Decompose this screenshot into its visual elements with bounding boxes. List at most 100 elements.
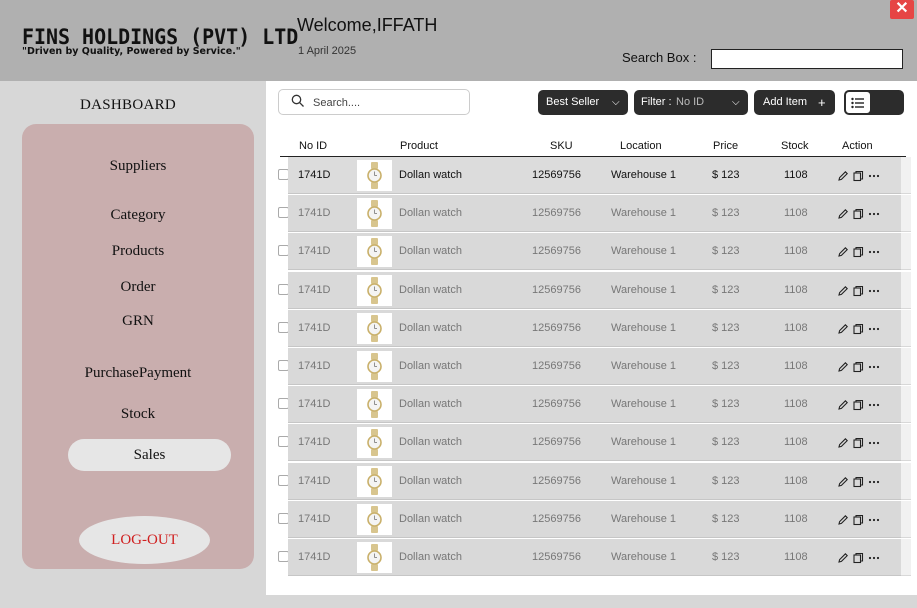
- cell-id: 1741D: [298, 474, 331, 487]
- edit-icon: [838, 285, 848, 296]
- cell-price: $ 123: [712, 169, 740, 181]
- more-icon: [868, 480, 880, 483]
- sidebar-item-order[interactable]: Order: [22, 279, 254, 296]
- cell-id: 1741D: [298, 360, 331, 372]
- add-item-label: Add Item: [763, 96, 808, 108]
- cell-id: 1741D: [298, 245, 331, 258]
- table-row[interactable]: 1741D Dollan watch 12569756 Warehouse 1 $ 12…: [288, 309, 901, 347]
- cell-sku: 12569756: [532, 283, 581, 296]
- edit-icon: [838, 209, 848, 219]
- table-row[interactable]: 1741D Dollan watch 12569756 Warehouse 1 $ 12…: [288, 233, 901, 271]
- sidebar-item-purchase-payment[interactable]: PurchasePayment: [22, 365, 254, 382]
- watch-icon: [357, 236, 392, 268]
- table-row[interactable]: 1741D Dollan watch 12569756 Warehouse 1 $ 12…: [288, 271, 901, 309]
- table-row[interactable]: 1741D Dollan watch 12569756 Warehouse 1 $ 12…: [288, 348, 901, 385]
- sidebar-item-stock[interactable]: Stock: [22, 406, 254, 423]
- column-header-action: Action: [842, 140, 873, 152]
- copy-icon: [853, 438, 864, 449]
- edit-icon: [838, 400, 848, 410]
- copy-icon: [853, 170, 864, 182]
- search-box-input[interactable]: [711, 49, 903, 69]
- column-header-id: No ID: [299, 140, 328, 152]
- row-actions[interactable]: [837, 322, 885, 336]
- cell-price: $ 123: [712, 551, 740, 563]
- dashboard-title[interactable]: DASHBOARD: [80, 97, 176, 114]
- edit-icon: [838, 247, 848, 258]
- sort-dropdown[interactable]: Best Seller ⌵: [538, 90, 628, 115]
- row-actions[interactable]: [837, 169, 885, 183]
- filter-label: Filter :: [641, 96, 672, 108]
- cell-sku: 12569756: [532, 474, 581, 487]
- row-edge: [901, 195, 911, 233]
- sidebar-item-products[interactable]: Products: [22, 243, 254, 260]
- row-actions[interactable]: [837, 207, 885, 221]
- cell-stock: 1108: [784, 512, 808, 525]
- cell-location: Warehouse 1: [611, 474, 677, 487]
- more-icon: [868, 213, 880, 216]
- row-actions[interactable]: [837, 284, 885, 298]
- close-button[interactable]: ✕: [890, 0, 914, 19]
- cell-location: Warehouse 1: [611, 321, 677, 334]
- column-header-product: Product: [400, 140, 438, 152]
- row-actions[interactable]: [837, 551, 885, 565]
- watch-icon: [357, 465, 392, 497]
- cell-location: Warehouse 1: [611, 436, 677, 449]
- more-icon: [868, 327, 880, 330]
- table-row[interactable]: 1741D Dollan watch 12569756 Warehouse 1 $ 12…: [288, 539, 901, 576]
- cell-id: 1741D: [298, 283, 331, 296]
- copy-icon: [853, 285, 864, 296]
- row-actions[interactable]: [837, 513, 885, 527]
- current-date: 1 April 2025: [298, 45, 357, 57]
- view-toggle[interactable]: [844, 90, 904, 115]
- copy-icon: [853, 323, 864, 334]
- row-edge: [901, 424, 911, 462]
- product-search-input[interactable]: Search....: [278, 89, 470, 115]
- row-edge: [901, 500, 911, 538]
- cell-product: Dollan watch: [399, 245, 462, 258]
- cell-sku: 12569756: [532, 512, 581, 525]
- sidebar-item-suppliers[interactable]: Suppliers: [22, 158, 254, 175]
- sidebar-item-sales[interactable]: Sales: [68, 439, 231, 471]
- sort-label: Best Seller: [546, 96, 600, 108]
- cell-stock: 1108: [784, 360, 808, 372]
- cell-product: Dollan watch: [399, 321, 462, 334]
- cell-sku: 12569756: [532, 551, 581, 563]
- sidebar-item-category[interactable]: Category: [22, 207, 254, 224]
- row-actions[interactable]: [837, 245, 885, 259]
- filter-value: No ID: [676, 96, 705, 108]
- row-actions[interactable]: [837, 398, 885, 412]
- table-row[interactable]: 1741D Dollan watch 12569756 Warehouse 1 $ 12…: [288, 386, 901, 424]
- logout-button[interactable]: LOG-OUT: [79, 516, 210, 564]
- row-actions[interactable]: [837, 436, 885, 450]
- chevron-down-icon: ⌵: [732, 97, 740, 108]
- row-actions[interactable]: [837, 360, 885, 374]
- cell-price: $ 123: [712, 474, 740, 487]
- cell-product: Dollan watch: [399, 207, 462, 220]
- cell-sku: 12569756: [532, 169, 581, 181]
- cell-stock: 1108: [784, 207, 808, 220]
- cell-product: Dollan watch: [399, 360, 462, 372]
- plus-icon: +: [818, 95, 826, 110]
- table-row[interactable]: 1741D Dollan watch 12569756 Warehouse 1 $ 12…: [288, 462, 901, 500]
- edit-icon: [838, 362, 848, 372]
- row-actions[interactable]: [837, 475, 885, 489]
- list-icon: [851, 97, 864, 109]
- cell-price: $ 123: [712, 207, 740, 220]
- more-icon: [868, 442, 880, 445]
- add-item-button[interactable]: Add Item +: [754, 90, 835, 115]
- table-row[interactable]: 1741D Dollan watch 12569756 Warehouse 1 $ 12…: [288, 424, 901, 462]
- list-view-button[interactable]: [845, 91, 871, 114]
- cell-id: 1741D: [298, 398, 331, 411]
- cell-product: Dollan watch: [399, 436, 462, 449]
- row-edge: [901, 271, 911, 309]
- cell-product: Dollan watch: [399, 474, 462, 487]
- cell-stock: 1108: [784, 436, 808, 449]
- cell-price: $ 123: [712, 512, 740, 525]
- sidebar-item-grn[interactable]: GRN: [22, 313, 254, 330]
- watch-icon: [357, 542, 392, 573]
- table-row[interactable]: 1741D Dollan watch 12569756 Warehouse 1 $ 12…: [288, 500, 901, 538]
- filter-dropdown[interactable]: Filter : No ID ⌵: [634, 90, 748, 115]
- cell-price: $ 123: [712, 398, 740, 411]
- table-row[interactable]: 1741D Dollan watch 12569756 Warehouse 1 $ 12…: [288, 195, 901, 233]
- table-row[interactable]: 1741D Dollan watch 12569756 Warehouse 1 $ 12…: [288, 157, 901, 194]
